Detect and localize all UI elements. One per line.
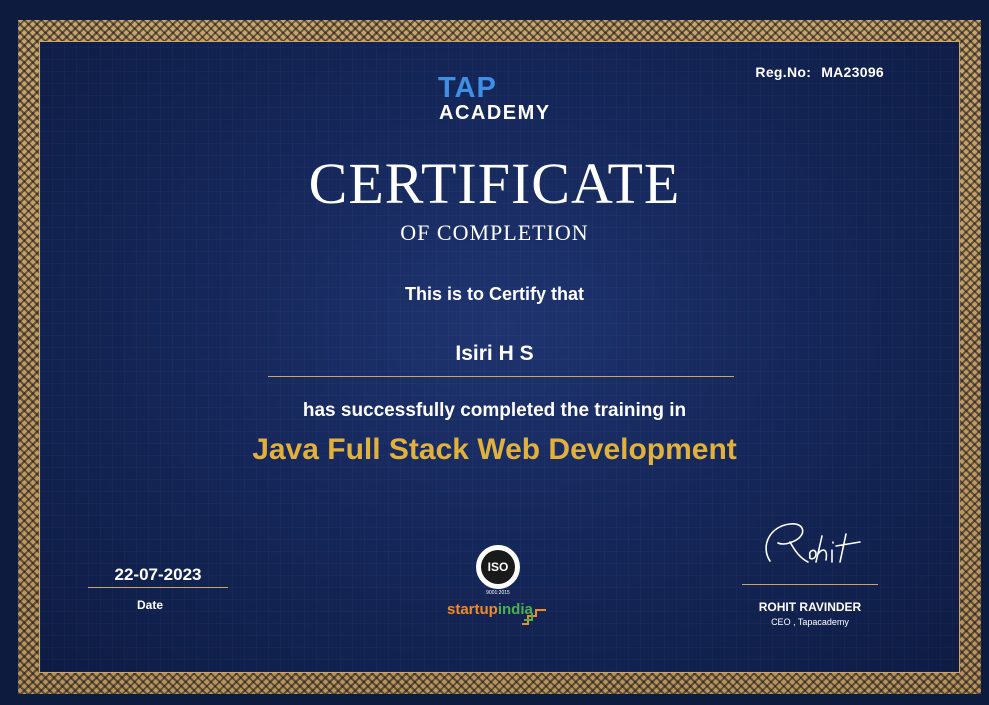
certificate: Reg.No: MA23096 TAP ACADEMY CERTIFICATE O… — [0, 0, 989, 705]
iso-badge-icon: ISO — [476, 545, 520, 589]
reg-value: MA23096 — [821, 64, 884, 80]
certify-text: This is to Certify that — [404, 284, 584, 304]
logo-line1: TAP — [438, 72, 497, 104]
signature-image — [765, 523, 861, 563]
date-label: Date — [136, 598, 163, 612]
signature-underline — [742, 584, 878, 585]
date-underline — [88, 587, 228, 588]
tap-academy-logo: TAP ACADEMY — [438, 72, 568, 128]
completed-text: has successfully completed the training … — [302, 400, 687, 421]
startup-text: startup — [447, 601, 498, 618]
recipient-name: Isiri H S — [455, 342, 534, 365]
name-underline — [268, 376, 734, 377]
date-value: 22-07-2023 — [114, 565, 202, 584]
certificate-title: CERTIFICATE — [308, 151, 681, 216]
iso-code: 9001:2015 — [486, 590, 510, 596]
certificate-subtitle: OF COMPLETION — [400, 220, 589, 245]
logo-line2: ACADEMY — [439, 102, 551, 124]
course-name: Java Full Stack Web Development — [252, 433, 737, 466]
registration-number: Reg.No: MA23096 — [755, 64, 884, 80]
reg-label: Reg.No: — [755, 64, 812, 80]
startup-arrow-icon — [522, 609, 546, 625]
signatory-name: ROHIT RAVINDER — [758, 600, 862, 614]
signatory-title: CEO , Tapacademy — [771, 617, 849, 627]
iso-text: ISO — [481, 550, 515, 584]
